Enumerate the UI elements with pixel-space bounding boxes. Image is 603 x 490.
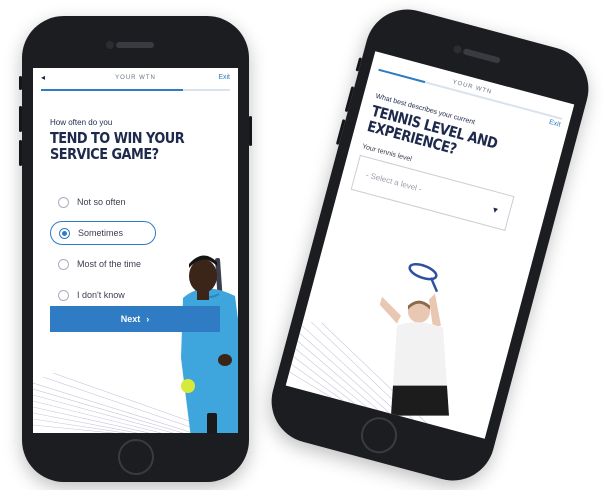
exit-link[interactable]: Exit xyxy=(218,74,230,81)
radio-icon[interactable] xyxy=(58,258,69,270)
question-heading-line-2: SERVICE GAME? xyxy=(50,145,159,163)
mute-switch xyxy=(355,57,363,72)
option-i-dont-know[interactable]: I don't know xyxy=(50,283,156,307)
power-button xyxy=(249,116,252,146)
earpiece-speaker xyxy=(462,48,501,64)
front-camera xyxy=(452,44,463,55)
option-label: I don't know xyxy=(77,290,125,300)
radio-icon[interactable] xyxy=(58,289,69,301)
option-label: Not so often xyxy=(77,197,126,207)
radio-selected-icon[interactable] xyxy=(59,227,70,239)
top-bar: ◂ YOUR WTN Exit xyxy=(33,68,238,88)
chevron-right-icon: › xyxy=(146,314,150,324)
step-title: YOUR WTN xyxy=(115,75,156,81)
progress-fill xyxy=(41,89,183,91)
option-not-so-often[interactable]: Not so often xyxy=(50,190,156,214)
question-intro: How often do you xyxy=(50,118,113,127)
volume-down-button xyxy=(19,140,22,166)
option-label: Sometimes xyxy=(78,228,124,238)
volume-up-button xyxy=(19,106,22,132)
question-heading-line-1: TEND TO WIN YOUR xyxy=(50,129,185,147)
phone-left: ◂ YOUR WTN Exit How often do you TEND TO… xyxy=(19,16,252,482)
quiz-screen-service-game: ◂ YOUR WTN Exit How often do you TEND TO… xyxy=(33,68,238,433)
chevron-down-icon[interactable]: ▼ xyxy=(490,205,500,216)
tennis-player-photo xyxy=(181,255,238,433)
progress-bar xyxy=(41,89,230,91)
quiz-screen-tennis-level: YOUR WTN Exit What best describes your c… xyxy=(285,51,575,439)
option-most-of-the-time[interactable]: Most of the time xyxy=(50,252,156,276)
mute-switch xyxy=(19,76,22,90)
home-button[interactable] xyxy=(118,439,154,475)
earpiece-speaker xyxy=(116,42,154,48)
front-camera xyxy=(106,41,114,49)
radio-icon[interactable] xyxy=(58,196,69,208)
select-placeholder: - Select a level - xyxy=(364,170,423,194)
home-button[interactable] xyxy=(356,413,402,458)
volume-down-button xyxy=(335,119,346,145)
next-button[interactable]: Next › xyxy=(50,306,220,332)
exit-link[interactable]: Exit xyxy=(548,119,561,129)
next-button-label: Next xyxy=(120,314,141,324)
option-sometimes[interactable]: Sometimes xyxy=(50,221,156,245)
phone-right: YOUR WTN Exit What best describes your c… xyxy=(262,0,598,490)
question-heading: TEND TO WIN YOUR SERVICE GAME? xyxy=(50,130,196,162)
option-label: Most of the time xyxy=(77,259,142,269)
volume-up-button xyxy=(344,86,355,113)
